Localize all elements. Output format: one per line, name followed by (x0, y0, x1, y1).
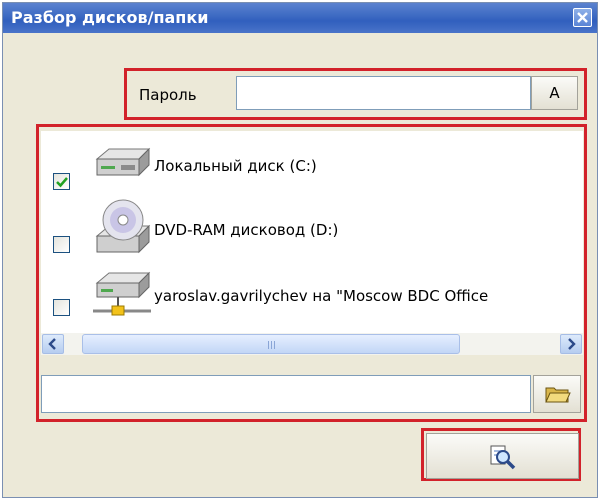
window-title: Разбор дисков/папки (11, 8, 209, 27)
checkmark-icon (56, 177, 68, 188)
title-bar[interactable]: Разбор дисков/папки (3, 3, 597, 33)
search-document-icon (490, 445, 516, 470)
folder-icon (545, 387, 571, 403)
drive-label-c: Локальный диск (C:) (154, 157, 317, 175)
drive-checkbox-network[interactable] (53, 299, 70, 316)
password-options-button[interactable]: A (531, 76, 578, 110)
network-drive-icon (93, 271, 151, 316)
chevron-left-icon (48, 338, 56, 350)
path-input[interactable] (41, 375, 531, 413)
hard-drive-icon (95, 147, 151, 177)
close-icon (577, 12, 588, 23)
disk-folder-scan-dialog: Разбор дисков/папки Пароль A Локальный д… (2, 2, 598, 498)
drive-checkbox-d[interactable] (53, 236, 70, 253)
scroll-thumb[interactable] (82, 334, 460, 354)
drive-list: Локальный диск (C:) DVD-RAM дисковод (D:… (41, 131, 583, 333)
password-label: Пароль (139, 86, 197, 104)
drive-label-network: yaroslav.gavrilychev на "Moscow BDC Offi… (154, 287, 489, 305)
scan-button[interactable] (426, 433, 579, 479)
close-button[interactable] (573, 8, 592, 27)
horizontal-scrollbar[interactable] (41, 333, 583, 355)
drive-checkbox-c[interactable] (53, 173, 70, 190)
dvd-drive-icon (95, 199, 151, 254)
scroll-left-button[interactable] (42, 334, 64, 354)
drive-label-d: DVD-RAM дисковод (D:) (154, 221, 339, 239)
browse-folder-button[interactable] (533, 375, 581, 413)
scroll-right-button[interactable] (560, 334, 582, 354)
grip-icon (268, 341, 275, 349)
chevron-right-icon (568, 338, 576, 350)
password-input[interactable] (236, 76, 531, 110)
